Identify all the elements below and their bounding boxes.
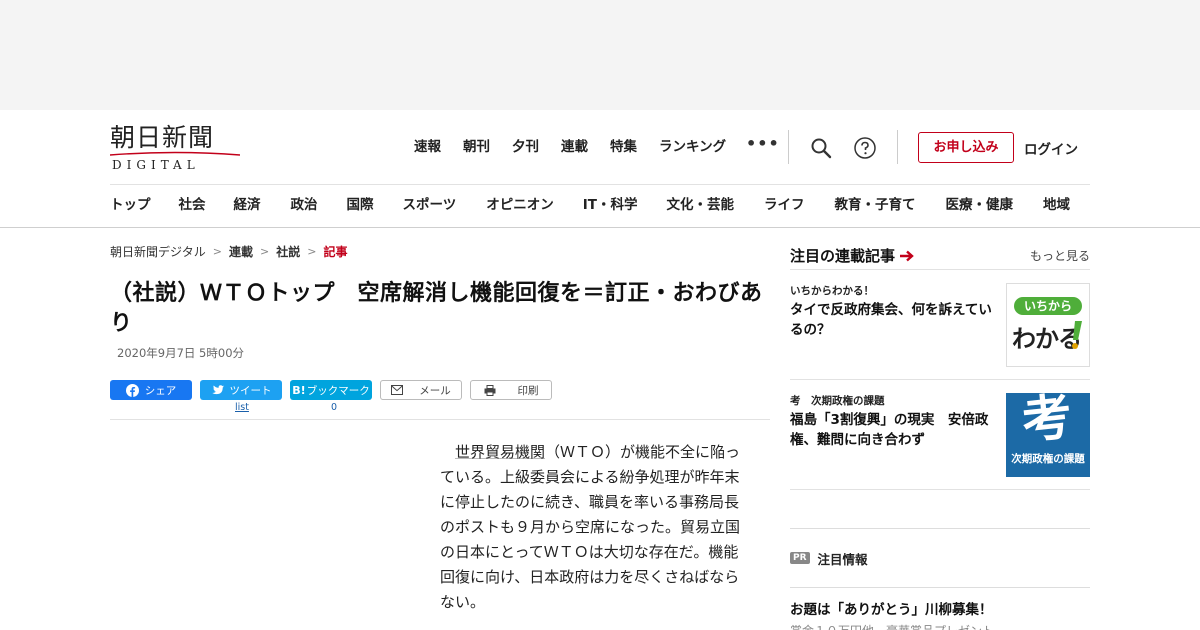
signup-button[interactable]: お申し込み [918, 132, 1014, 163]
category-education[interactable]: 教育・子育て [834, 196, 915, 214]
hatena-b-icon: B! [292, 383, 306, 397]
more-menu-icon[interactable]: ••• [746, 134, 780, 153]
category-economy[interactable]: 経済 [234, 196, 261, 214]
card-thumbnail[interactable]: いちから わかる [1006, 283, 1090, 367]
category-life[interactable]: ライフ [764, 196, 805, 214]
mail-label: メール [419, 384, 451, 397]
wto-term-link[interactable]: 世界貿易機関 [455, 443, 545, 461]
logo-japanese: 朝日新聞 [110, 123, 215, 152]
login-link[interactable]: ログイン [1024, 138, 1078, 158]
breadcrumb-home[interactable]: 朝日新聞デジタル [110, 243, 206, 260]
top-nav-sokuho[interactable]: 速報 [414, 136, 441, 158]
mail-icon [391, 385, 404, 395]
card-headline[interactable]: 福島「3割復興」の現実 安倍政権、難問に向き合わず [790, 410, 1002, 450]
twitter-bird-icon [211, 384, 224, 394]
article-main: 朝日新聞デジタル > 連載 > 社説 > 記事 （社説）ＷＴＯトップ 空席解消し… [110, 242, 770, 611]
top-nav-ranking[interactable]: ランキング [659, 136, 726, 158]
breadcrumb-rensai[interactable]: 連載 [229, 243, 253, 260]
sidebar: 注目の連載記事 もっと見る いちからわかる！ タイで反政府集会、何を訴えているの… [790, 242, 1090, 630]
category-culture[interactable]: 文化・芸能 [666, 196, 734, 214]
card-kicker: いちからわかる！ [790, 285, 874, 297]
category-health[interactable]: 医療・健康 [945, 196, 1013, 214]
ad-banner-area [0, 0, 1200, 110]
category-sports[interactable]: スポーツ [403, 196, 457, 214]
breadcrumb: 朝日新聞デジタル > 連載 > 社説 > 記事 [110, 242, 770, 260]
twitter-share-button[interactable]: ツイート [200, 380, 282, 400]
category-top[interactable]: トップ [110, 196, 151, 214]
top-nav-choukan[interactable]: 朝刊 [463, 136, 490, 158]
header-rule [110, 184, 1090, 185]
print-label: 印刷 [517, 384, 539, 397]
mail-share-button[interactable]: メール [380, 380, 462, 400]
category-it-science[interactable]: IT・科学 [583, 196, 638, 214]
site-logo[interactable]: 朝日新聞 DIGITAL [110, 123, 240, 172]
breadcrumb-separator: > [212, 244, 222, 258]
article-paragraph: 世界貿易機関（ＷＴＯ）が機能不全に陥っている。上級委員会による紛争処理が昨年末に… [440, 440, 750, 615]
pr-section: PR 注目情報 [790, 528, 1090, 588]
print-button[interactable]: 印刷 [470, 380, 552, 400]
article-title: （社説）ＷＴＯトップ 空席解消し機能回復を＝訂正・おわびあり [110, 281, 763, 336]
category-society[interactable]: 社会 [179, 196, 206, 214]
facebook-share-button[interactable]: シェア [110, 380, 192, 400]
twitter-count-link[interactable]: list [235, 402, 249, 413]
category-international[interactable]: 国際 [347, 196, 374, 214]
hatena-bookmark-button[interactable]: B! ブックマーク [290, 380, 372, 400]
thumb-caption: 次期政権の課題 [1011, 453, 1085, 465]
twitter-share-label: ツイート [229, 384, 272, 397]
header-divider [897, 130, 898, 164]
category-nav: トップ 社会 経済 政治 国際 スポーツ オピニオン IT・科学 文化・芸能 ラ… [110, 196, 1070, 214]
breadcrumb-current: 記事 [323, 244, 348, 259]
arrow-right-icon [900, 250, 914, 261]
promo-headline[interactable]: お題は「ありがとう」川柳募集！ [790, 598, 1090, 618]
top-nav-tokushu[interactable]: 特集 [610, 136, 637, 158]
more-link[interactable]: もっと見る [1030, 247, 1090, 264]
card-thumbnail[interactable]: 考 次期政権の課題 [1006, 393, 1090, 477]
help-icon[interactable] [853, 136, 877, 160]
facebook-icon [125, 383, 139, 397]
printer-icon [484, 384, 495, 396]
article-date: 2020年9月7日 5時00分 [117, 346, 245, 360]
category-politics[interactable]: 政治 [291, 196, 318, 214]
breadcrumb-separator: > [260, 244, 270, 258]
search-icon[interactable] [809, 136, 833, 160]
kou-character: 考 [1019, 393, 1075, 451]
breadcrumb-separator: > [307, 244, 317, 258]
logo-english: DIGITAL [112, 158, 200, 172]
card-headline[interactable]: タイで反政府集会、何を訴えているの？ [790, 300, 1002, 340]
pr-badge: PR [790, 552, 810, 564]
pr-label: 注目情報 [817, 551, 868, 567]
top-nav: 速報 朝刊 夕刊 連載 特集 ランキング [414, 136, 748, 158]
ichikara-badge: いちから [1014, 297, 1082, 315]
top-nav-rensai[interactable]: 連載 [561, 136, 588, 158]
hatena-count[interactable]: 0 [331, 402, 337, 413]
share-bar: シェア ツイート B! ブックマーク メール 印刷 list 0 [110, 380, 770, 420]
article-divider [110, 419, 770, 420]
card-kicker: 考 次期政権の課題 [790, 395, 885, 407]
top-nav-yuukan[interactable]: 夕刊 [512, 136, 539, 158]
article-paragraph-text: （ＷＴＯ）が機能不全に陥っている。上級委員会による紛争処理が昨年末に停止したのに… [440, 443, 741, 611]
exclamation-icon [1072, 321, 1082, 349]
promo-subtext[interactable]: 賞金１０万円他 豪華賞品プレゼント [790, 622, 994, 630]
featured-series-title: 注目の連載記事 [790, 247, 896, 265]
featured-card[interactable]: 考 次期政権の課題 福島「3割復興」の現実 安倍政権、難問に向き合わず 考 次期… [790, 380, 1090, 490]
category-region[interactable]: 地域 [1043, 196, 1070, 214]
featured-series-header: 注目の連載記事 もっと見る [790, 242, 1090, 270]
featured-card[interactable]: いちからわかる！ タイで反政府集会、何を訴えているの？ いちから わかる [790, 270, 1090, 380]
facebook-share-label: シェア [144, 384, 177, 397]
article-body: 世界貿易機関（ＷＴＯ）が機能不全に陥っている。上級委員会による紛争処理が昨年末に… [440, 440, 750, 615]
breadcrumb-editorial[interactable]: 社説 [276, 243, 300, 260]
featured-series-heading[interactable]: 注目の連載記事 [790, 245, 915, 266]
hatena-bookmark-label: ブックマーク [306, 384, 370, 397]
header-divider [788, 130, 789, 164]
site-header: 朝日新聞 DIGITAL 速報 朝刊 夕刊 連載 特集 ランキング ••• お申… [0, 110, 1200, 228]
category-opinion[interactable]: オピニオン [486, 196, 554, 214]
logo-swoosh-icon [110, 151, 240, 156]
